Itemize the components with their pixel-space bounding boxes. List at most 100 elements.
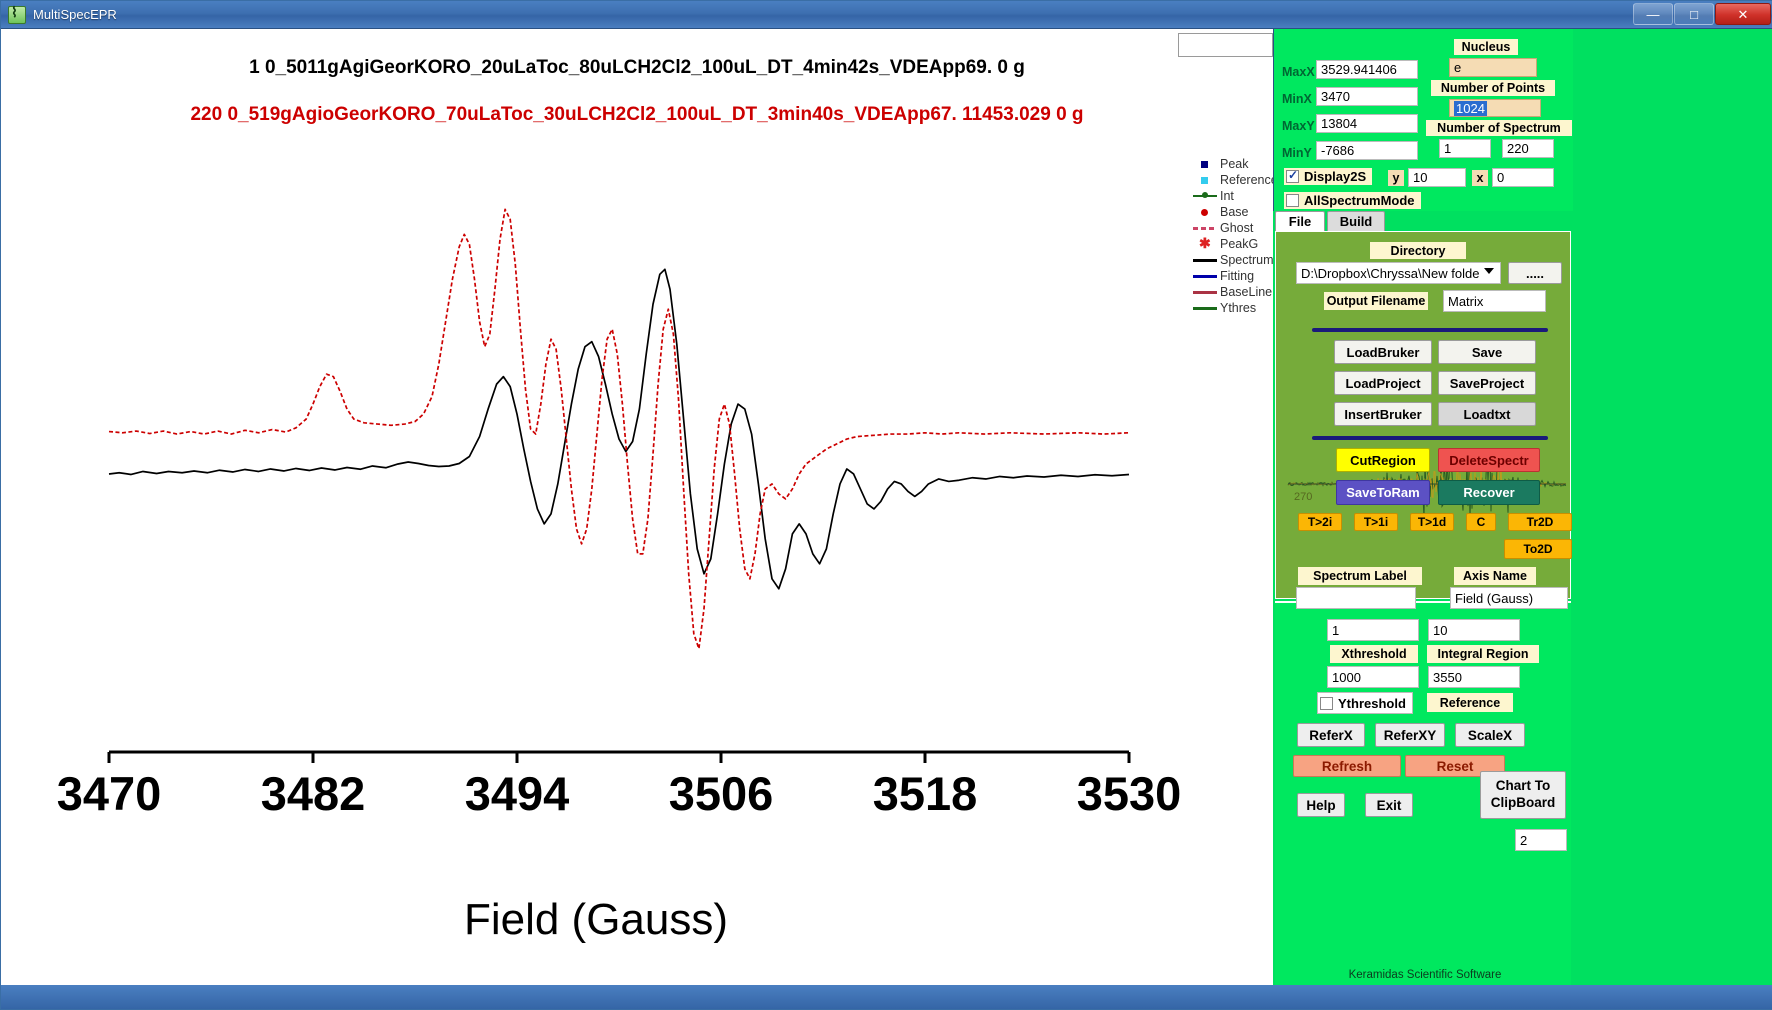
directory-combobox[interactable]: D:\Dropbox\Chryssa\New folde <box>1296 262 1501 284</box>
x-tick-label: 3530 <box>1077 767 1182 820</box>
save-button[interactable]: Save <box>1438 340 1536 364</box>
legend-label: Reference <box>1220 173 1278 187</box>
loadproject-button[interactable]: LoadProject <box>1334 371 1432 395</box>
to2d-button[interactable]: To2D <box>1504 539 1572 559</box>
cutregion-button[interactable]: CutRegion <box>1336 448 1430 472</box>
nucleus-label: Nucleus <box>1454 39 1518 55</box>
right-control-column: MaxX 3529.941406 MinX 3470 MaxY 13804 Mi… <box>1273 29 1772 987</box>
integral-region-input[interactable]: 3550 <box>1428 666 1520 688</box>
loadtxt-button[interactable]: Loadtxt <box>1438 402 1536 426</box>
display2s-checkbox[interactable]: Display2S <box>1284 168 1373 185</box>
tab-file[interactable]: File <box>1275 211 1325 231</box>
ythreshold-check-icon <box>1320 696 1333 710</box>
referxy-button[interactable]: ReferXY <box>1375 723 1445 747</box>
minx-input[interactable]: 3470 <box>1316 87 1418 106</box>
number-of-points-label: Number of Points <box>1431 80 1555 96</box>
x-offset-label: x <box>1472 170 1488 186</box>
spectrum-label-label: Spectrum Label <box>1298 567 1422 585</box>
x-tick-label: 3494 <box>465 767 570 820</box>
insertbruker-button[interactable]: InsertBruker <box>1334 402 1432 426</box>
exit-button[interactable]: Exit <box>1365 793 1413 817</box>
number-of-points-input[interactable]: 1024 <box>1449 99 1541 117</box>
chart-to-clipboard-button[interactable]: Chart To ClipBoard <box>1480 771 1566 819</box>
allspectrummode-checkbox[interactable]: AllSpectrumMode <box>1284 192 1421 209</box>
close-button[interactable]: ✕ <box>1715 3 1771 25</box>
legend-item-spectrum: Spectrum <box>1193 252 1281 268</box>
plot-area[interactable]: 1 0_5011gAgiGeorKORO_20uLaToc_80uLCH2Cl2… <box>1 29 1273 985</box>
unlabeled-text-input[interactable] <box>1178 33 1273 57</box>
integral-region-label: Integral Region <box>1427 645 1539 663</box>
t-gt-2i-button[interactable]: T>2i <box>1298 513 1342 531</box>
legend-symbol-line-icon <box>1193 269 1217 283</box>
legend-label: Peak <box>1220 157 1249 171</box>
legend-symbol-dashed-line-icon <box>1193 221 1217 235</box>
panel-tabs: File Build <box>1275 211 1573 231</box>
legend-symbol-square-icon <box>1193 173 1217 187</box>
bottom-strip <box>1 985 1772 1009</box>
x-tick-label: 3518 <box>873 767 978 820</box>
allspectrummode-check-icon <box>1286 194 1299 207</box>
minimize-button[interactable]: — <box>1633 3 1673 25</box>
x-tick-label: 3482 <box>261 767 366 820</box>
ythreshold-checkbox[interactable]: Ythreshold <box>1317 692 1413 714</box>
axis-name-input[interactable]: Field (Gauss) <box>1450 587 1568 609</box>
recover-button[interactable]: Recover <box>1438 480 1540 505</box>
refresh-button[interactable]: Refresh <box>1293 755 1401 777</box>
divider-top <box>1312 328 1548 332</box>
maxx-input[interactable]: 3529.941406 <box>1316 60 1418 79</box>
legend-symbol-line-icon <box>1193 301 1217 315</box>
legend-item-ghost: Ghost <box>1193 220 1281 236</box>
t-gt-1d-button[interactable]: T>1d <box>1410 513 1454 531</box>
y-offset-label: y <box>1388 170 1404 186</box>
legend-item-int: Int <box>1193 188 1281 204</box>
legend-item-base: Base <box>1193 204 1281 220</box>
spectrum-total-input[interactable]: 220 <box>1502 139 1554 158</box>
saveproject-button[interactable]: SaveProject <box>1438 371 1536 395</box>
t-gt-1i-button[interactable]: T>1i <box>1354 513 1398 531</box>
tr2d-button[interactable]: Tr2D <box>1508 513 1572 531</box>
axis-name-label: Axis Name <box>1454 567 1536 585</box>
spectrum-label-input[interactable] <box>1296 587 1416 609</box>
c-button[interactable]: C <box>1466 513 1496 531</box>
miny-input[interactable]: -7686 <box>1316 141 1418 160</box>
spectrum-index-input[interactable]: 1 <box>1439 139 1491 158</box>
nucleus-input[interactable]: e <box>1449 58 1537 77</box>
reference-label: Reference <box>1427 693 1513 712</box>
savetoram-button[interactable]: SaveToRam <box>1336 480 1430 505</box>
loadbruker-button[interactable]: LoadBruker <box>1334 340 1432 364</box>
xthreshold-input[interactable]: 1000 <box>1327 666 1419 688</box>
legend-symbol-dot-icon <box>1193 205 1217 219</box>
y-offset-input[interactable]: 10 <box>1408 168 1466 187</box>
deletespectr-button[interactable]: DeleteSpectr <box>1438 448 1540 472</box>
output-filename-input[interactable]: Matrix <box>1443 290 1546 312</box>
legend-label: Ythres <box>1220 301 1257 315</box>
x-offset-input[interactable]: 0 <box>1492 168 1554 187</box>
chevron-down-icon[interactable] <box>1484 268 1494 274</box>
param2-input[interactable]: 10 <box>1428 619 1520 641</box>
file-panel: 270320370 Directory D:\Dropbox\Chryssa\N… <box>1275 231 1572 609</box>
counter-input[interactable]: 2 <box>1515 829 1567 851</box>
help-button[interactable]: Help <box>1297 793 1345 817</box>
maximize-button[interactable]: □ <box>1674 3 1714 25</box>
maxy-input[interactable]: 13804 <box>1316 114 1418 133</box>
param1-input[interactable]: 1 <box>1327 619 1419 641</box>
tab-build[interactable]: Build <box>1327 211 1385 231</box>
legend-label: Fitting <box>1220 269 1255 283</box>
number-of-spectrum-label: Number of Spectrum <box>1426 120 1572 136</box>
analysis-panel: 1 10 Xthreshold Integral Region 1000 355… <box>1275 601 1571 987</box>
series-ghost <box>108 208 1130 650</box>
referx-button[interactable]: ReferX <box>1297 723 1365 747</box>
series-spectrum <box>108 268 1130 590</box>
legend-label: Spectrum <box>1220 253 1274 267</box>
x-tick-label: 3506 <box>669 767 774 820</box>
legend-item-reference: Reference <box>1193 172 1281 188</box>
footer-credit: Keramidas Scientific Software <box>1348 969 1502 981</box>
scalex-button[interactable]: ScaleX <box>1455 723 1525 747</box>
minx-label: MinX <box>1282 92 1312 106</box>
spectrum-plot[interactable]: 3470 3482 3494 3506 3518 3530 <box>1 29 1273 985</box>
legend-item-baseline: BaseLine <box>1193 284 1281 300</box>
chart-legend: Peak Reference Int Base Ghost ✱ PeakG Spectrum F… <box>1193 156 1281 316</box>
legend-item-fitting: Fitting <box>1193 268 1281 284</box>
browse-button[interactable]: ..... <box>1508 262 1562 284</box>
legend-symbol-line-icon <box>1193 253 1217 267</box>
